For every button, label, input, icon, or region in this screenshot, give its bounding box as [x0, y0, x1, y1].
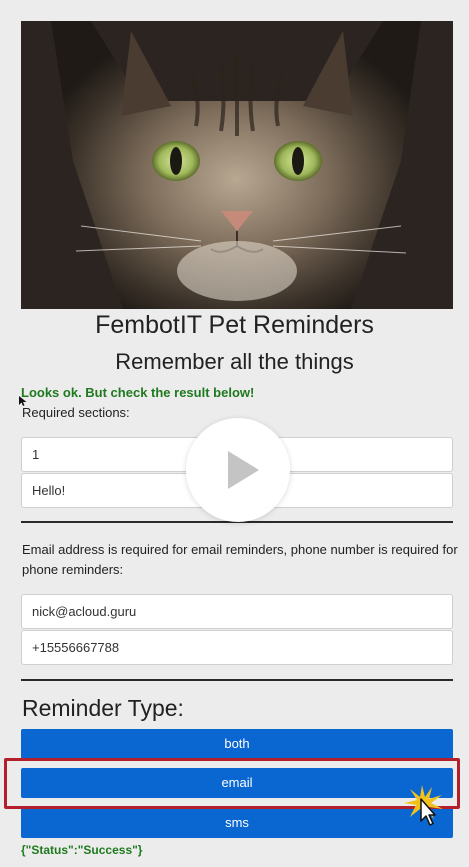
validation-message: Looks ok. But check the result below! [21, 385, 255, 400]
email-field[interactable]: nick@acloud.guru [21, 594, 453, 629]
page-subtitle: Remember all the things [115, 349, 354, 374]
reminder-type-heading: Reminder Type: [22, 695, 184, 721]
required-sections-label: Required sections: [22, 405, 130, 420]
contact-note: Email address is required for email remi… [22, 542, 458, 577]
divider [21, 679, 453, 681]
click-highlight-box [4, 758, 460, 809]
play-icon[interactable] [186, 418, 290, 522]
cat-photo [21, 21, 453, 309]
result-output: {"Status":"Success"} [21, 843, 143, 857]
page-title: FembotIT Pet Reminders [95, 311, 374, 339]
both-button[interactable]: both [21, 729, 453, 759]
click-indicator-icon [404, 785, 443, 826]
sms-button[interactable]: sms [21, 808, 453, 838]
phone-field[interactable]: +15556667788 [21, 630, 453, 665]
